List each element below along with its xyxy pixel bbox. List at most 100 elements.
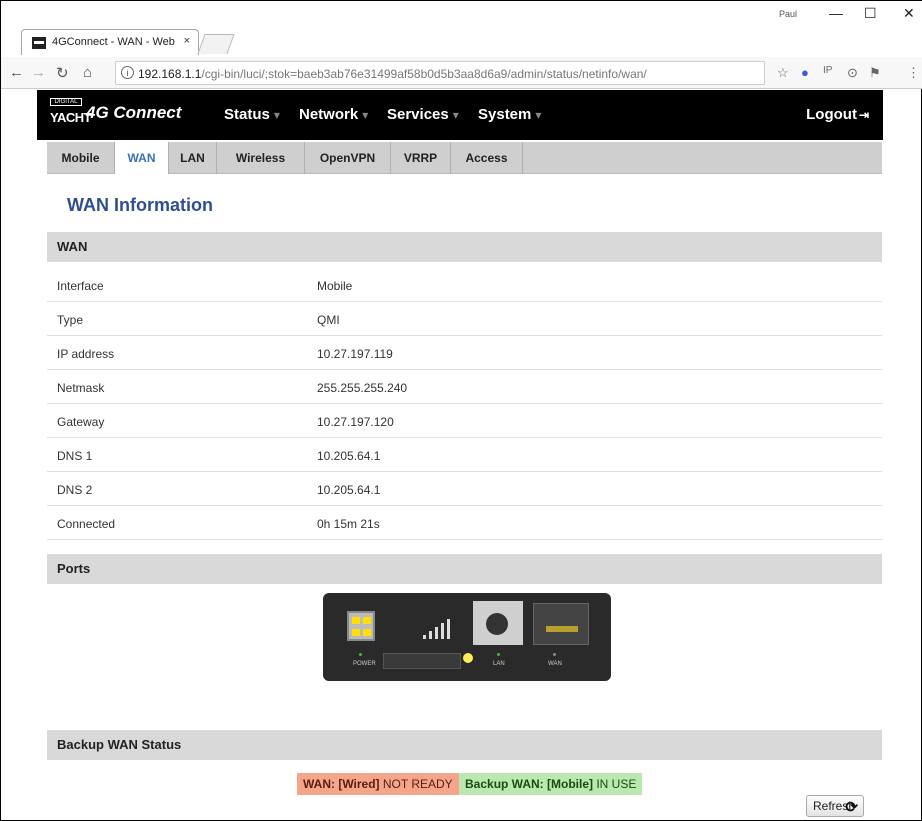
row-value: QMI — [317, 313, 340, 327]
menu-network-label: Network — [299, 106, 359, 123]
wan-led-icon — [553, 653, 556, 656]
info-row-interface: Interface Mobile — [47, 268, 882, 302]
extension-flag-icon[interactable]: ⚑ — [869, 65, 881, 81]
ports-section-header: Ports — [47, 554, 882, 584]
row-key: DNS 2 — [57, 483, 93, 497]
tab-vrrp[interactable]: VRRP — [391, 142, 451, 174]
logo-top-text: DIGITAL — [50, 98, 82, 106]
url-text: 192.168.1.1/cgi-bin/luci/;stok=baeb3ab76… — [138, 67, 647, 81]
site-favicon-icon — [32, 37, 46, 49]
logout-label: Logout — [806, 106, 857, 123]
info-row-ip-address: IP address 10.27.197.119 — [47, 336, 882, 370]
chevron-down-icon: ▾ — [452, 108, 459, 122]
url-path: /cgi-bin/luci/;stok=baeb3ab76e31499af58b… — [201, 67, 647, 81]
tab-lan[interactable]: LAN — [169, 142, 217, 174]
row-key: Gateway — [57, 415, 105, 429]
info-row-dns1: DNS 1 10.205.64.1 — [47, 438, 882, 472]
tab-openvpn[interactable]: OpenVPN — [305, 142, 391, 174]
bookmark-star-icon[interactable]: ☆ — [777, 65, 789, 81]
router-header: DIGITAL YACHT 4G Connect Status ▾ Network… — [37, 90, 883, 140]
tab-mobile[interactable]: Mobile — [47, 142, 115, 174]
menu-status-label: Status — [224, 106, 270, 123]
row-key: IP address — [57, 347, 115, 361]
close-window-icon[interactable]: ✕ — [903, 5, 915, 22]
status-led-icon — [463, 653, 473, 663]
extension-globe-icon[interactable]: ● — [801, 65, 809, 80]
row-value: 10.205.64.1 — [317, 483, 381, 497]
tab-wan[interactable]: WAN — [115, 142, 169, 174]
chevron-down-icon: ▾ — [362, 108, 369, 122]
menu-system[interactable]: System ▾ — [478, 106, 541, 123]
row-value: 0h 15m 21s — [317, 517, 380, 531]
extension-circle-icon[interactable]: ⊙ — [847, 65, 858, 81]
backup-wan-status-badge: Backup WAN: [Mobile] IN USE — [459, 773, 643, 795]
url-bar[interactable]: i 192.168.1.1/cgi-bin/luci/;stok=baeb3ab… — [115, 61, 765, 85]
sim-slot — [383, 653, 461, 669]
signal-bars-icon — [421, 619, 453, 643]
row-key: Interface — [57, 279, 104, 293]
browser-tab[interactable]: 4GConnect - WAN - Web × — [21, 29, 199, 55]
row-key: Connected — [57, 517, 116, 531]
menu-network[interactable]: Network ▾ — [299, 106, 368, 123]
row-key: Netmask — [57, 381, 105, 395]
tab-title: 4GConnect - WAN - Web — [52, 36, 175, 48]
router-device-image: POWER LAN WAN — [323, 593, 611, 681]
info-row-netmask: Netmask 255.255.255.240 — [47, 370, 882, 404]
info-row-dns2: DNS 2 10.205.64.1 — [47, 472, 882, 506]
chevron-down-icon: ▾ — [535, 108, 542, 122]
browser-window: 4GConnect - WAN - Web × Paul — ☐ ✕ ← → ↻… — [0, 0, 922, 821]
back-icon[interactable]: ← — [9, 64, 24, 81]
maximize-icon[interactable]: ☐ — [864, 5, 877, 22]
wan-status-state: NOT READY — [382, 777, 453, 791]
wan-status-badge: WAN: [Wired] NOT READY — [297, 773, 459, 795]
backup-wan-section-header: Backup WAN Status — [47, 730, 882, 760]
info-row-type: Type QMI — [47, 302, 882, 336]
browser-menu-icon[interactable]: ⋮ — [907, 65, 920, 81]
row-value: 10.27.197.119 — [317, 347, 393, 361]
browser-titlebar: 4GConnect - WAN - Web × Paul — ☐ ✕ — [1, 1, 922, 57]
backup-wan-status-label: Backup WAN: [Mobile] — [465, 777, 593, 791]
brand-title: 4G Connect — [86, 103, 182, 122]
lan-led-icon — [497, 653, 500, 656]
row-key: DNS 1 — [57, 449, 93, 463]
row-key: Type — [57, 313, 84, 327]
url-host: 192.168.1.1 — [138, 67, 202, 81]
digital-yacht-logo: DIGITAL YACHT — [50, 98, 92, 126]
backup-wan-status-state: IN USE — [596, 777, 637, 791]
forward-icon[interactable]: → — [31, 64, 46, 81]
wan-port — [533, 603, 589, 645]
profile-name[interactable]: Paul — [779, 9, 797, 19]
tab-close-icon[interactable]: × — [184, 35, 190, 47]
site-info-icon[interactable]: i — [121, 66, 134, 79]
info-row-connected: Connected 0h 15m 21s — [47, 506, 882, 540]
address-toolbar: ← → ↻ ⌂ i 192.168.1.1/cgi-bin/luci/;stok… — [1, 57, 922, 89]
tab-wireless[interactable]: Wireless — [217, 142, 305, 174]
menu-system-label: System — [478, 106, 532, 123]
new-tab-button[interactable] — [197, 34, 235, 54]
reload-icon[interactable]: ↻ — [56, 64, 69, 82]
power-led-icon — [359, 653, 362, 656]
row-value: 10.27.197.120 — [317, 415, 394, 429]
lan-port — [473, 601, 523, 645]
wan-section-header: WAN — [47, 232, 882, 262]
info-row-gateway: Gateway 10.27.197.120 — [47, 404, 882, 438]
lan-label: LAN — [493, 661, 505, 667]
logout-link[interactable]: Logout ⇥ — [806, 106, 869, 123]
refresh-button[interactable]: Refresh ⟳ — [806, 795, 864, 817]
logout-icon: ⇥ — [858, 108, 869, 122]
power-connector — [347, 611, 375, 641]
refresh-icon: ⟳ — [845, 799, 858, 816]
wan-status-label: WAN: [Wired] — [303, 777, 380, 791]
minimize-icon[interactable]: — — [829, 5, 843, 21]
logo-bottom-text: YACHT — [50, 110, 92, 125]
wan-label: WAN — [548, 661, 562, 667]
extension-ip-icon[interactable]: IP — [823, 65, 832, 76]
home-icon[interactable]: ⌂ — [83, 64, 92, 81]
menu-services-label: Services — [387, 106, 449, 123]
menu-status[interactable]: Status ▾ — [224, 106, 280, 123]
page-title: WAN Information — [67, 195, 213, 215]
tab-access[interactable]: Access — [451, 142, 523, 174]
power-label: POWER — [353, 661, 376, 667]
menu-services[interactable]: Services ▾ — [387, 106, 459, 123]
row-value: 10.205.64.1 — [317, 449, 381, 463]
